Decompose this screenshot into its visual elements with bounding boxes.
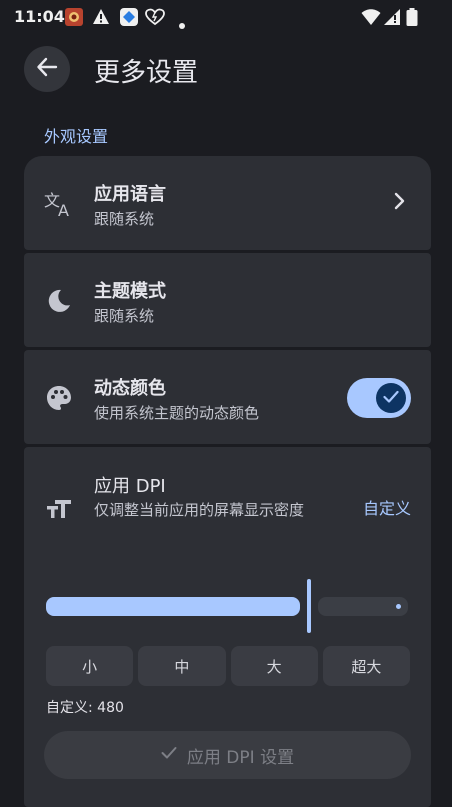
app-bar: 更多设置 bbox=[0, 46, 452, 98]
dot-icon bbox=[179, 14, 185, 32]
heart-icon bbox=[145, 8, 165, 26]
setting-app-language[interactable]: 文 A 应用语言 跟随系统 bbox=[24, 156, 431, 250]
check-icon bbox=[161, 745, 177, 765]
dpi-preset-large[interactable]: 大 bbox=[230, 646, 318, 686]
dpi-preset-small[interactable]: 小 bbox=[46, 646, 134, 686]
warning-icon bbox=[92, 8, 110, 26]
moon-icon bbox=[44, 286, 74, 316]
back-button[interactable] bbox=[24, 46, 70, 92]
wifi-icon bbox=[361, 8, 381, 26]
setting-app-dpi: 应用 DPI 仅调整当前应用的屏幕显示密度 自定义 小 中 大 超大 自定义: … bbox=[24, 447, 431, 807]
slider-active-track bbox=[46, 597, 300, 616]
dpi-preset-medium[interactable]: 中 bbox=[138, 646, 226, 686]
setting-title: 应用 DPI bbox=[94, 476, 166, 497]
svg-text:A: A bbox=[58, 201, 69, 218]
signal-icon bbox=[383, 8, 401, 26]
setting-subtitle: 使用系统主题的动态颜色 bbox=[94, 404, 260, 422]
dpi-slider[interactable] bbox=[46, 577, 410, 633]
dynamic-color-toggle[interactable] bbox=[347, 378, 411, 418]
setting-title: 主题模式 bbox=[94, 281, 166, 302]
dpi-preset-xlarge[interactable]: 超大 bbox=[322, 646, 410, 686]
toggle-thumb bbox=[376, 383, 406, 413]
battery-icon bbox=[406, 8, 418, 26]
custom-dpi-value: 自定义: 480 bbox=[46, 700, 124, 716]
translate-icon: 文 A bbox=[44, 189, 74, 219]
page-title: 更多设置 bbox=[94, 58, 199, 88]
text-size-icon bbox=[44, 493, 74, 523]
setting-subtitle: 跟随系统 bbox=[94, 307, 155, 325]
setting-subtitle: 跟随系统 bbox=[94, 210, 155, 228]
status-time: 11:04 bbox=[14, 7, 65, 26]
setting-theme-mode[interactable]: 主题模式 跟随系统 bbox=[24, 253, 431, 347]
slider-handle[interactable] bbox=[307, 579, 311, 633]
slider-inactive-track bbox=[318, 597, 408, 616]
setting-subtitle: 仅调整当前应用的屏幕显示密度 bbox=[94, 501, 305, 519]
app-notification-icon bbox=[64, 8, 84, 26]
section-header: 外观设置 bbox=[44, 127, 109, 146]
status-bar: 11:04 bbox=[0, 0, 452, 34]
chevron-right-icon bbox=[393, 191, 407, 215]
dpi-preset-group: 小 中 大 超大 bbox=[46, 646, 410, 686]
apply-dpi-label: 应用 DPI 设置 bbox=[186, 747, 295, 768]
palette-icon bbox=[44, 383, 74, 413]
check-icon bbox=[383, 389, 399, 408]
setting-title: 动态颜色 bbox=[94, 378, 166, 399]
apply-dpi-button[interactable]: 应用 DPI 设置 bbox=[44, 731, 411, 779]
setting-dynamic-color[interactable]: 动态颜色 使用系统主题的动态颜色 bbox=[24, 350, 431, 444]
setting-title: 应用语言 bbox=[94, 184, 166, 205]
app-icon-blue bbox=[120, 8, 138, 26]
arrow-left-icon bbox=[36, 56, 58, 82]
custom-dpi-button[interactable]: 自定义 bbox=[363, 495, 411, 519]
slider-stop-indicator bbox=[396, 604, 401, 609]
